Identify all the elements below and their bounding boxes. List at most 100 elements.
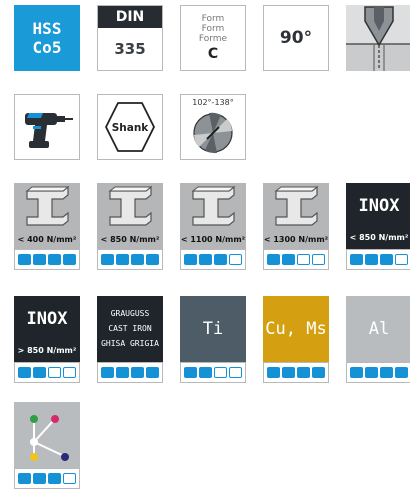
point-angle-tile: 102°-138° (180, 94, 246, 160)
suitability-rating (180, 362, 246, 383)
i-beam-icon (25, 185, 70, 226)
rating-square-filled (267, 254, 280, 265)
suitability-rating (346, 249, 410, 270)
rating-square-filled (131, 367, 144, 378)
aluminium-label: Al (368, 319, 390, 339)
rating-square-filled (380, 367, 393, 378)
countersink-angle-tile: 90° (263, 5, 329, 71)
material-copper-brass: Cu, Ms (263, 296, 329, 383)
i-beam-icon (108, 185, 153, 226)
suitability-rating (97, 249, 163, 270)
material-steel-1100: < 1100 N/mm² (180, 183, 246, 270)
rating-square-filled (184, 254, 197, 265)
form-label-en: Form (201, 23, 225, 34)
rating-square-filled (282, 254, 295, 265)
rating-square-filled (101, 254, 114, 265)
suitability-rating (14, 468, 80, 489)
rating-square-filled (33, 254, 46, 265)
material-steel-1300: < 1300 N/mm² (263, 183, 329, 270)
rating-square-filled (146, 254, 159, 265)
strength-label: < 1300 N/mm² (263, 235, 329, 244)
molecule-icon (30, 415, 69, 461)
material-aluminium: Al (346, 296, 410, 383)
rating-square-filled (199, 254, 212, 265)
rating-square-empty (63, 473, 76, 484)
rating-square-filled (380, 254, 393, 265)
material-cast-iron: GRAUGUSS CAST IRON GHISA GRIGIA (97, 296, 163, 383)
rating-square-filled (146, 367, 159, 378)
strength-label: < 1100 N/mm² (180, 235, 246, 244)
rating-square-filled (365, 367, 378, 378)
rating-square-filled (18, 473, 31, 484)
rating-square-filled (116, 367, 129, 378)
material-line2: Co5 (32, 38, 62, 57)
suitability-rating (14, 362, 80, 383)
strength-label: < 850 N/mm² (349, 233, 409, 242)
material-steel-850: < 850 N/mm² (97, 183, 163, 270)
rating-square-filled (48, 473, 61, 484)
inox-title: INOX (358, 196, 400, 216)
rating-square-filled (297, 367, 310, 378)
cast-iron-label-it: GHISA GRIGIA (101, 339, 159, 348)
rating-square-empty (297, 254, 310, 265)
material-plastics (14, 402, 80, 489)
rating-square-filled (350, 254, 363, 265)
form-label-fr: Forme (198, 33, 228, 44)
din-title: DIN (98, 6, 162, 28)
suitability-rating (346, 362, 410, 383)
rating-square-empty (229, 367, 242, 378)
rating-square-filled (18, 254, 31, 265)
suitability-rating (263, 362, 329, 383)
rating-square-filled (282, 367, 295, 378)
rating-square-empty (312, 254, 325, 265)
rating-square-filled (63, 254, 76, 265)
rating-square-filled (214, 254, 227, 265)
rating-square-filled (131, 254, 144, 265)
rating-square-filled (48, 254, 61, 265)
suitability-rating (97, 362, 163, 383)
rating-square-filled (33, 367, 46, 378)
shank-icon: Shank (97, 94, 163, 160)
rating-square-filled (395, 367, 408, 378)
strength-label: < 400 N/mm² (17, 235, 77, 244)
copper-brass-label: Cu, Ms (265, 319, 327, 339)
rating-square-filled (101, 367, 114, 378)
rating-square-filled (365, 254, 378, 265)
suitability-rating (14, 249, 80, 270)
strength-label: > 850 N/mm² (17, 346, 77, 355)
rating-square-filled (267, 367, 280, 378)
form-tile: Form Form Forme C (180, 5, 246, 71)
shank-label: Shank (112, 122, 150, 134)
point-angle-label: 102°-138° (192, 98, 234, 107)
rating-square-filled (33, 473, 46, 484)
form-label-de: Form (201, 13, 225, 24)
material-inox-850: INOX < 850 N/mm² (346, 183, 410, 270)
countersink-tip-icon (346, 5, 410, 71)
rating-square-filled (18, 367, 31, 378)
i-beam-icon (191, 185, 236, 226)
rating-square-empty (214, 367, 227, 378)
rating-square-filled (312, 367, 325, 378)
rating-square-empty (48, 367, 61, 378)
titanium-label: Ti (202, 319, 224, 339)
din-number: 335 (114, 40, 146, 58)
i-beam-icon (274, 185, 319, 226)
form-letter: C (207, 45, 219, 62)
hand-drill-icon (14, 94, 80, 160)
rating-square-empty (395, 254, 408, 265)
din-standard-tile: DIN 335 (97, 5, 163, 71)
inox-title: INOX (26, 309, 68, 329)
rating-square-filled (350, 367, 363, 378)
material-steel-400: < 400 N/mm² (14, 183, 80, 270)
rating-square-empty (63, 367, 76, 378)
rating-square-filled (199, 367, 212, 378)
rating-square-empty (229, 254, 242, 265)
rating-square-filled (116, 254, 129, 265)
material-line1: HSS (32, 19, 62, 38)
countersink-angle: 90° (279, 28, 313, 48)
material-titanium: Ti (180, 296, 246, 383)
suitability-rating (263, 249, 329, 270)
material-hss-co5-tile: HSS Co5 (14, 5, 80, 71)
suitability-rating (180, 249, 246, 270)
cast-iron-label-en: CAST IRON (108, 324, 152, 333)
